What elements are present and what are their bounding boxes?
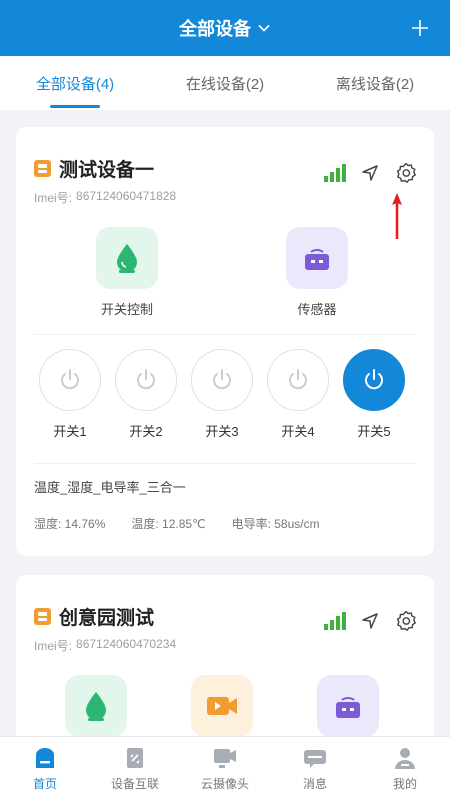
function-tile (317, 675, 379, 736)
humidity-reading: 湿度: 14.76% (34, 517, 106, 531)
location-icon[interactable] (360, 611, 380, 631)
sensor-function[interactable]: 传感器 (257, 227, 377, 318)
sensor-readings: 湿度: 14.76% 温度: 12.85℃ 电导率: 58us/cm (34, 515, 320, 532)
sensor-function[interactable] (288, 675, 408, 736)
power-icon (137, 369, 155, 390)
water-drop-icon (117, 244, 137, 273)
camera-icon (214, 748, 236, 768)
bottom-tab-bar: 首页 设备互联 云摄像头 消息 我的 (0, 736, 450, 800)
device-name: 创意园测试 (59, 608, 155, 629)
tab-all-devices[interactable]: 全部设备(4) (0, 56, 150, 110)
tabbar-home[interactable]: 首页 (0, 737, 90, 800)
switch-3[interactable]: 开关3 (190, 349, 254, 440)
switch-4[interactable]: 开关4 (266, 349, 330, 440)
device-functions (16, 675, 434, 736)
power-icon (213, 369, 231, 390)
power-button-on[interactable] (343, 349, 405, 411)
conductivity-reading: 电导率: 58us/cm (231, 517, 320, 531)
device-icon (34, 160, 51, 177)
device-list[interactable]: 测试设备一 Imei号: 867124060471828 开关控制 传感器 开关… (0, 110, 450, 736)
device-tabs: 全部设备(4) 在线设备(2) 离线设备(2) (0, 56, 450, 110)
signal-strength-icon (324, 612, 346, 630)
tab-online-devices[interactable]: 在线设备(2) (150, 56, 300, 110)
home-icon (36, 747, 54, 768)
switch-1[interactable]: 开关1 (38, 349, 102, 440)
device-name: 测试设备一 (59, 160, 155, 181)
switch-5[interactable]: 开关5 (342, 349, 406, 440)
tabbar-messages[interactable]: 消息 (270, 737, 360, 800)
signal-strength-icon (324, 164, 346, 182)
switch-group: 开关1 开关2 开关3 开关4 开关5 (38, 349, 418, 445)
device-title: 测试设备一 (34, 155, 154, 182)
divider (34, 463, 416, 464)
camera-function[interactable] (162, 675, 282, 736)
device-imei: Imei号: 867124060470234 (34, 637, 177, 653)
add-device-button[interactable] (406, 14, 434, 42)
power-button[interactable] (267, 349, 329, 411)
function-tile (286, 227, 348, 289)
power-icon (289, 369, 307, 390)
video-camera-icon (207, 697, 237, 715)
water-drop-icon (86, 692, 106, 721)
device-link-icon (127, 747, 143, 768)
sensor-name: 温度_湿度_电导率_三合一 (34, 480, 186, 495)
page-title: 全部设备 (179, 19, 251, 39)
radio-sensor-icon (336, 696, 360, 718)
power-icon (365, 369, 383, 390)
switch-control-function[interactable]: 开关控制 (67, 227, 187, 318)
function-tile (65, 675, 127, 736)
power-button[interactable] (191, 349, 253, 411)
temperature-reading: 温度: 12.85℃ (131, 517, 206, 531)
device-card: 创意园测试 Imei号: 867124060470234 (16, 575, 434, 736)
tab-offline-devices[interactable]: 离线设备(2) (300, 56, 450, 110)
device-title: 创意园测试 (34, 603, 154, 630)
device-card: 测试设备一 Imei号: 867124060471828 开关控制 传感器 开关… (16, 127, 434, 556)
function-tile (191, 675, 253, 736)
device-status-icons (324, 609, 418, 633)
radio-sensor-icon (305, 248, 329, 270)
power-icon (61, 369, 79, 390)
location-icon[interactable] (360, 163, 380, 183)
power-button[interactable] (39, 349, 101, 411)
divider (34, 334, 416, 335)
device-status-icons (324, 161, 418, 185)
profile-icon (395, 747, 415, 769)
switch-control-function[interactable] (36, 675, 156, 736)
chevron-down-icon (258, 24, 270, 32)
message-icon (304, 749, 326, 768)
settings-gear-icon[interactable] (394, 161, 418, 185)
power-button[interactable] (115, 349, 177, 411)
tabbar-device-link[interactable]: 设备互联 (90, 737, 180, 800)
tabbar-profile[interactable]: 我的 (360, 737, 450, 800)
device-icon (34, 608, 51, 625)
settings-gear-icon[interactable] (394, 609, 418, 633)
switch-2[interactable]: 开关2 (114, 349, 178, 440)
tabbar-cloud-camera[interactable]: 云摄像头 (180, 737, 270, 800)
device-filter-dropdown[interactable]: 全部设备 (0, 0, 450, 56)
device-functions: 开关控制 传感器 (16, 227, 434, 317)
device-imei: Imei号: 867124060471828 (34, 189, 177, 205)
top-bar: 全部设备 (0, 0, 450, 56)
function-tile (96, 227, 158, 289)
